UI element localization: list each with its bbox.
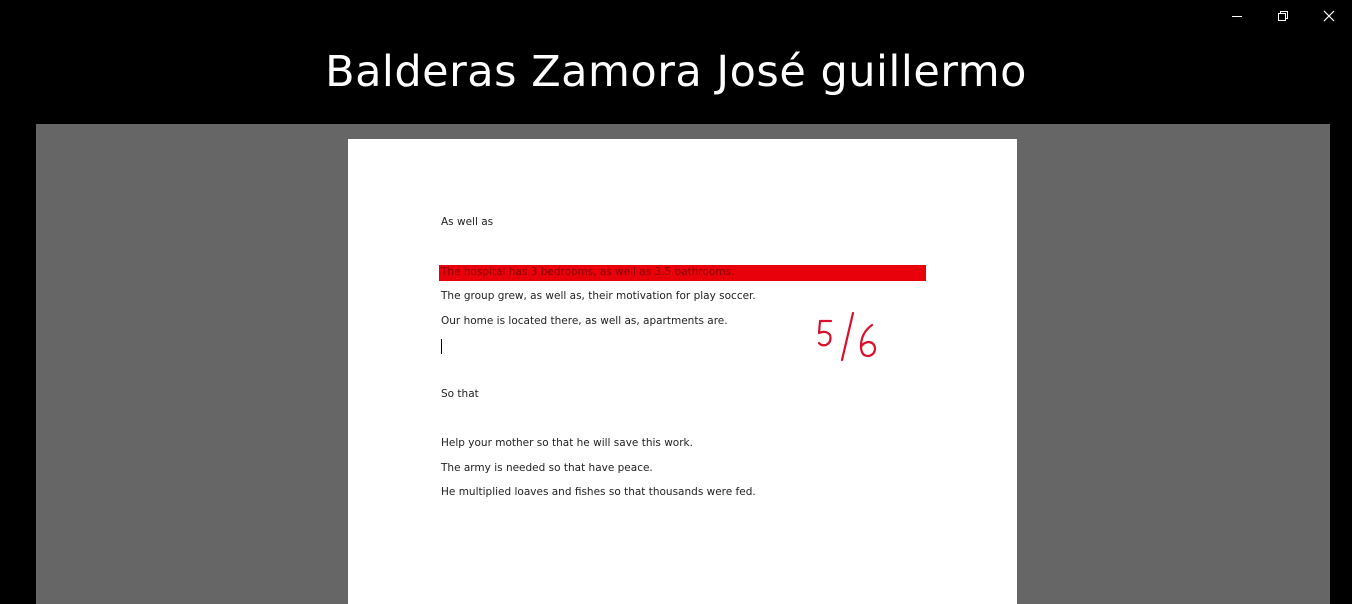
heading-text: So that bbox=[441, 388, 479, 400]
close-icon bbox=[1323, 10, 1335, 22]
section-heading-as-well-as: As well as bbox=[441, 216, 493, 228]
sentence-line: He multiplied loaves and fishes so that … bbox=[441, 486, 756, 498]
window-controls bbox=[1214, 0, 1352, 32]
handwritten-score bbox=[817, 311, 877, 362]
document-page[interactable]: As well as The hospital has 3 bedrooms, … bbox=[348, 139, 1017, 604]
text-cursor bbox=[441, 339, 442, 354]
window-title: Balderas Zamora José guillermo bbox=[325, 47, 1027, 97]
restore-button[interactable] bbox=[1260, 0, 1306, 32]
sentence-line: Help your mother so that he will save th… bbox=[441, 437, 693, 449]
section-heading-so-that: So that bbox=[441, 388, 479, 400]
sentence-line: The group grew, as well as, their motiva… bbox=[441, 290, 756, 302]
sentence-line: Our home is located there, as well as, a… bbox=[441, 315, 728, 327]
highlighted-sentence: The hospital has 3 bedrooms, as well as … bbox=[441, 266, 735, 278]
minimize-button[interactable] bbox=[1214, 0, 1260, 32]
minimize-icon bbox=[1232, 16, 1242, 17]
app-window: Balderas Zamora José guillermo As well a… bbox=[0, 0, 1352, 604]
close-button[interactable] bbox=[1306, 0, 1352, 32]
document-viewer[interactable]: As well as The hospital has 3 bedrooms, … bbox=[36, 124, 1330, 604]
sentence-line: The army is needed so that have peace. bbox=[441, 462, 653, 474]
restore-icon bbox=[1278, 11, 1288, 21]
heading-text: As well as bbox=[441, 216, 494, 228]
